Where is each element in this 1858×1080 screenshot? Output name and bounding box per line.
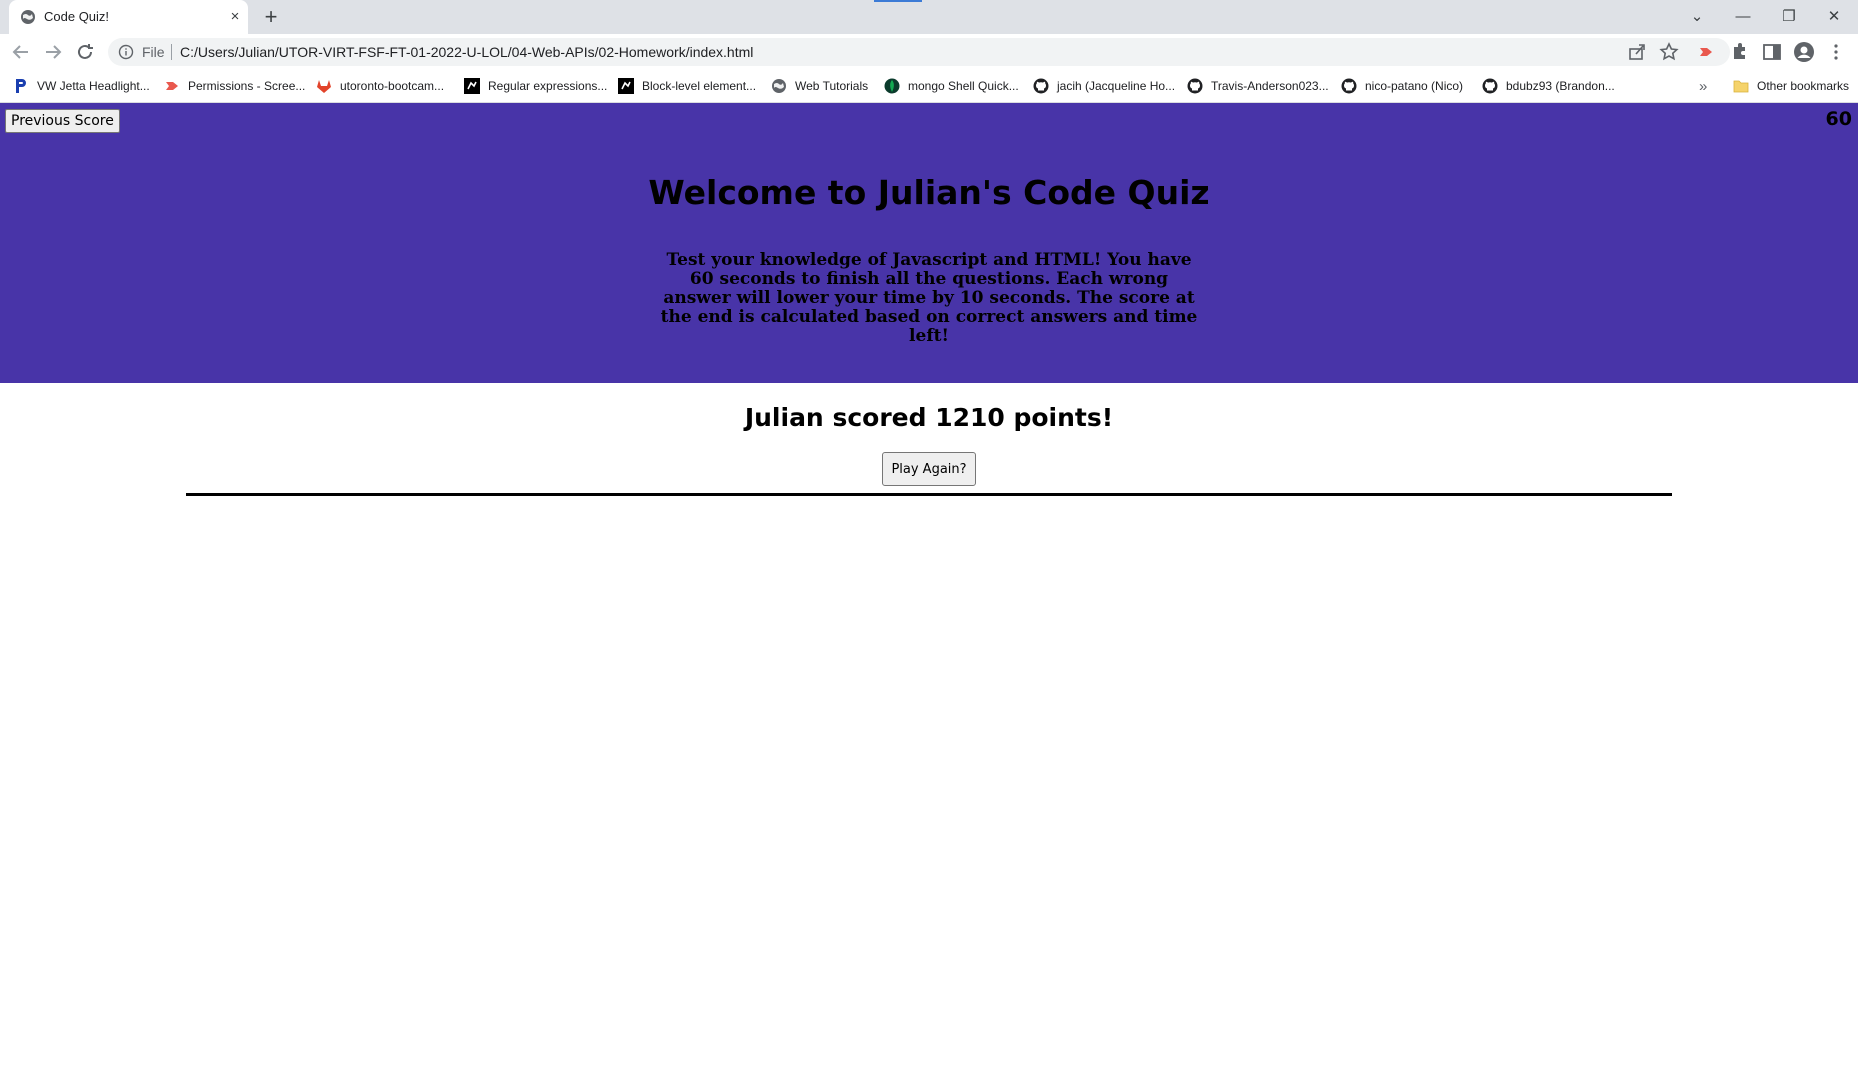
globe-icon: [772, 79, 786, 93]
tab-title: Code Quiz!: [44, 9, 110, 24]
bookmark-star-icon[interactable]: [1657, 40, 1681, 64]
window-close-icon[interactable]: ✕: [1818, 4, 1850, 30]
github-icon: [1187, 78, 1203, 94]
bookmark-label: Travis-Anderson023...: [1211, 79, 1329, 93]
github-icon: [1033, 78, 1049, 94]
address-bar[interactable]: File C:/Users/Julian/UTOR-VIRT-FSF-FT-01…: [108, 38, 1730, 66]
bookmarks-bar: VW Jetta Headlight... Permissions - Scre…: [0, 70, 1858, 103]
browser-toolbar: File C:/Users/Julian/UTOR-VIRT-FSF-FT-01…: [0, 34, 1858, 70]
tab-group-indicator: [874, 0, 922, 2]
bookmark-label: Block-level element...: [642, 79, 757, 93]
url-text[interactable]: C:/Users/Julian/UTOR-VIRT-FSF-FT-01-2022…: [180, 44, 753, 60]
url-scheme-label: File: [142, 44, 165, 60]
info-icon[interactable]: [118, 44, 134, 60]
other-bookmarks-folder[interactable]: Other bookmarks: [1733, 76, 1849, 96]
github-icon: [1482, 78, 1498, 94]
bookmark-label: VW Jetta Headlight...: [37, 79, 150, 93]
other-bookmarks-label: Other bookmarks: [1757, 79, 1850, 93]
globe-icon: [21, 10, 35, 24]
bookmark-vw-jetta[interactable]: VW Jetta Headlight...: [13, 76, 150, 96]
restore-icon[interactable]: ❐: [1773, 4, 1805, 30]
tab-code-quiz[interactable]: Code Quiz! ×: [9, 0, 248, 34]
bookmark-label: Regular expressions...: [488, 79, 608, 93]
previous-score-button[interactable]: Previous Score: [5, 109, 120, 133]
bookmark-label: nico-patano (Nico): [1365, 79, 1464, 93]
bookmark-label: jacih (Jacqueline Ho...: [1057, 79, 1176, 93]
github-icon: [1341, 78, 1357, 94]
bookmark-label: bdubz93 (Brandon...: [1506, 79, 1615, 93]
gitlab-icon: [317, 80, 331, 93]
bookmark-block-level-elements[interactable]: Block-level element...: [618, 76, 756, 96]
p-logo-icon: [16, 79, 26, 93]
bookmarks-overflow-icon[interactable]: »: [1699, 76, 1707, 96]
bookmark-jacih[interactable]: jacih (Jacqueline Ho...: [1033, 76, 1175, 96]
url-separator: [171, 44, 172, 60]
mdn-icon: [464, 78, 480, 94]
page-viewport: Previous Score 60 Welcome to Julian's Co…: [0, 103, 1858, 1080]
minimize-icon[interactable]: —: [1727, 4, 1759, 30]
bookmark-bdubz93[interactable]: bdubz93 (Brandon...: [1482, 76, 1615, 96]
menu-kebab-icon[interactable]: [1824, 40, 1848, 64]
bookmark-label: mongo Shell Quick...: [908, 79, 1019, 93]
back-icon[interactable]: [9, 40, 33, 64]
bookmark-label: Permissions - Scree...: [188, 79, 306, 93]
tab-strip: Code Quiz! × + ⌄ — ❐ ✕: [0, 0, 1858, 34]
profile-avatar-icon[interactable]: [1792, 40, 1816, 64]
tab-search-icon[interactable]: ⌄: [1681, 4, 1713, 30]
folder-icon: [1733, 80, 1749, 93]
new-tab-icon[interactable]: +: [259, 5, 283, 29]
bookmark-regular-expressions[interactable]: Regular expressions...: [464, 76, 607, 96]
bookmark-label: utoronto-bootcam...: [340, 79, 445, 93]
page-title: Welcome to Julian's Code Quiz: [648, 173, 1210, 212]
quiz-description: Test your knowledge of Javascript and HT…: [660, 250, 1198, 346]
bookmark-web-tutorials[interactable]: Web Tutorials: [771, 76, 868, 96]
extension-red-icon[interactable]: [1694, 40, 1718, 64]
permissions-icon: [166, 82, 178, 90]
score-result: Julian scored 1210 points!: [744, 403, 1114, 432]
extensions-puzzle-icon[interactable]: [1727, 40, 1751, 64]
forward-icon[interactable]: [41, 40, 65, 64]
tab-close-icon[interactable]: ×: [226, 8, 244, 26]
section-divider: [186, 493, 1672, 496]
reload-icon[interactable]: [73, 40, 97, 64]
bookmark-nico-patano[interactable]: nico-patano (Nico): [1341, 76, 1463, 96]
quiz-header: Previous Score 60 Welcome to Julian's Co…: [0, 103, 1858, 383]
side-panel-icon[interactable]: [1760, 40, 1784, 64]
bookmark-travis-anderson[interactable]: Travis-Anderson023...: [1187, 76, 1329, 96]
share-icon[interactable]: [1625, 40, 1649, 64]
mdn-icon: [618, 78, 634, 94]
bookmark-mongo-shell[interactable]: mongo Shell Quick...: [884, 76, 1019, 96]
bookmark-utoronto-bootcamp[interactable]: utoronto-bootcam...: [316, 76, 444, 96]
timer-display: 60: [1825, 108, 1852, 130]
mongodb-icon: [884, 78, 900, 94]
bookmark-permissions[interactable]: Permissions - Scree...: [164, 76, 305, 96]
bookmark-label: Web Tutorials: [795, 79, 869, 93]
play-again-button[interactable]: Play Again?: [882, 452, 976, 486]
